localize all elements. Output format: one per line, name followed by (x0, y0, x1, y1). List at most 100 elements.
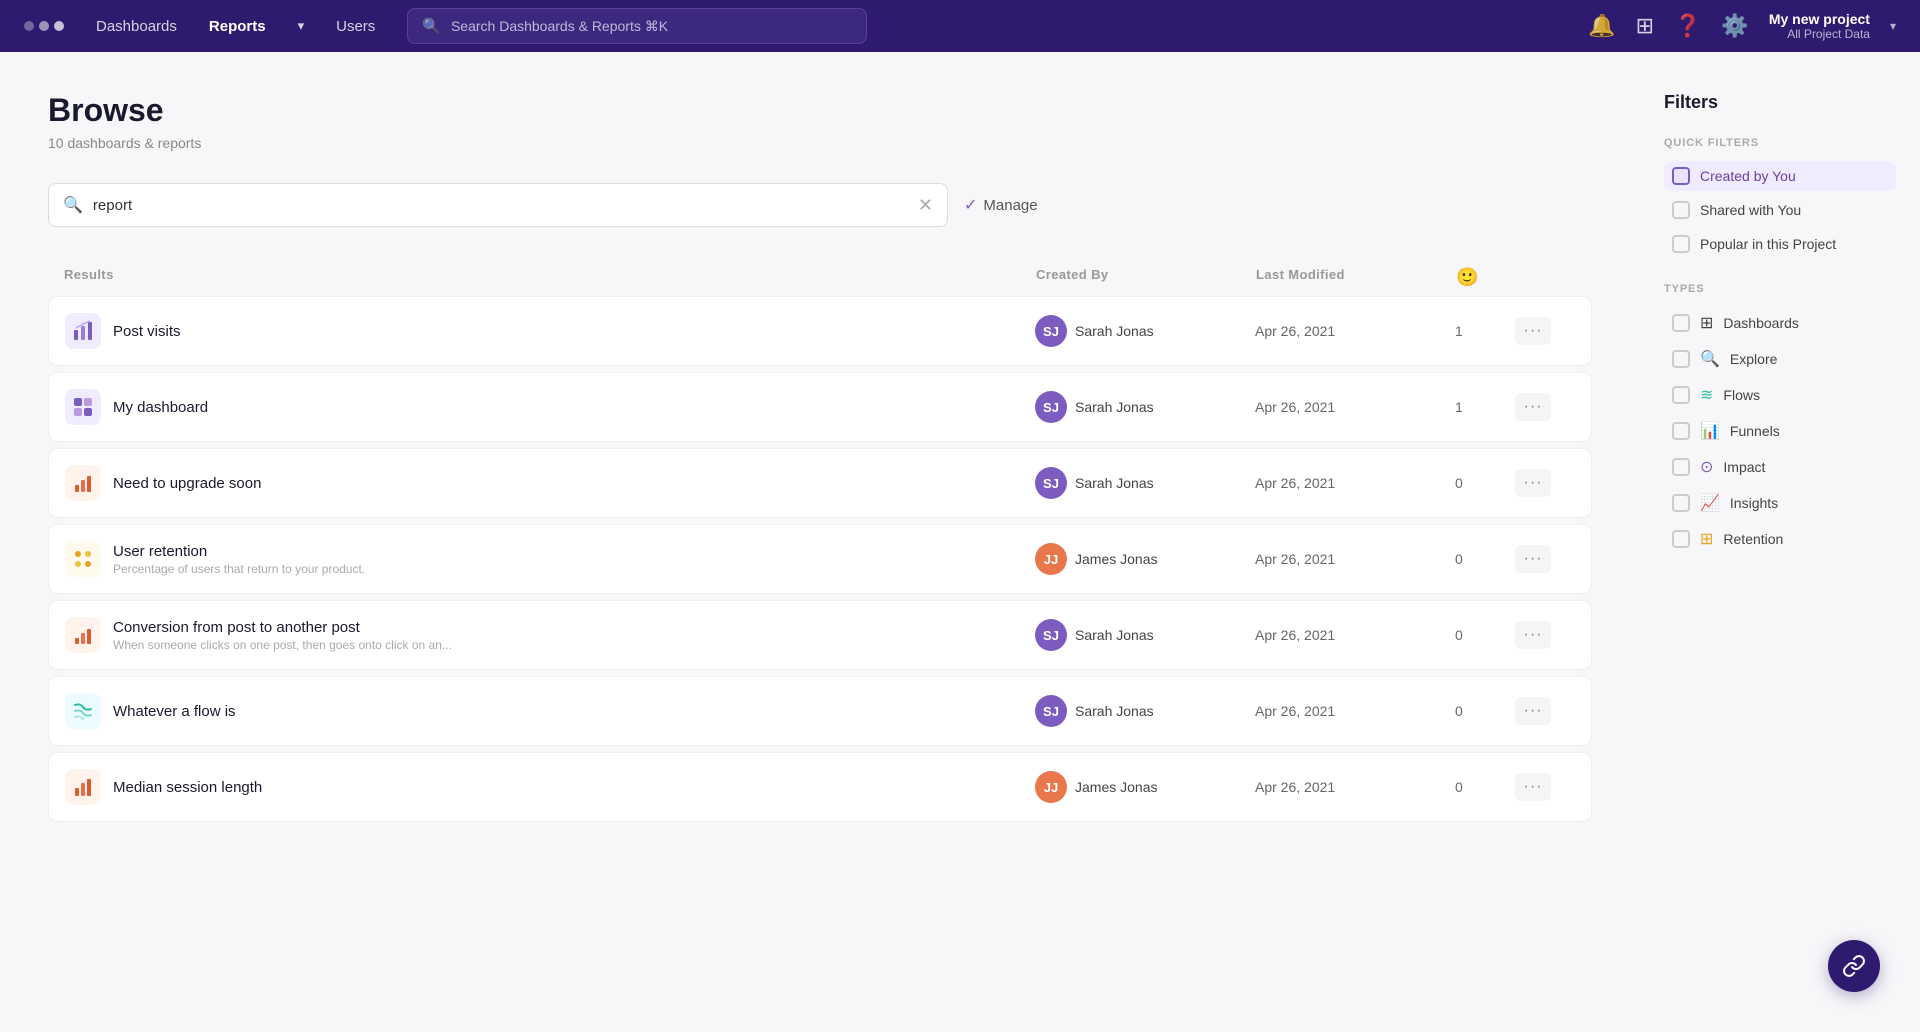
search-clear-icon[interactable]: ✕ (918, 195, 933, 216)
date-cell: Apr 26, 2021 (1255, 627, 1455, 643)
creator-name: Sarah Jonas (1075, 399, 1154, 415)
creator-cell: JJ James Jonas (1035, 543, 1255, 575)
table-row[interactable]: Conversion from post to another post Whe… (48, 600, 1592, 670)
col-results: Results (64, 267, 1036, 288)
filter-shared-with-you[interactable]: Shared with You (1664, 195, 1896, 225)
nav-reports[interactable]: Reports (209, 18, 266, 35)
creator-name: Sarah Jonas (1075, 703, 1154, 719)
more-options-button[interactable]: ··· (1515, 469, 1551, 497)
link-icon (1842, 954, 1866, 978)
table-row[interactable]: Need to upgrade soon SJ Sarah Jonas Apr … (48, 448, 1592, 518)
row-title: Post visits (113, 323, 181, 340)
row-name-cell: Need to upgrade soon (65, 465, 1035, 501)
filter-type-retention[interactable]: ⊞ Retention (1664, 523, 1896, 555)
flows-icon: ≋ (1700, 385, 1713, 405)
filter-checkbox (1672, 386, 1690, 404)
row-name-cell: Median session length (65, 769, 1035, 805)
nav-dashboards[interactable]: Dashboards (96, 18, 177, 35)
nav-users[interactable]: Users (336, 18, 375, 35)
project-sub: All Project Data (1787, 27, 1870, 41)
notifications-icon[interactable]: 🔔 (1588, 13, 1615, 39)
creator-name: James Jonas (1075, 779, 1157, 795)
filter-checkbox (1672, 314, 1690, 332)
page-title: Browse (48, 92, 1592, 129)
more-options-button[interactable]: ··· (1515, 697, 1551, 725)
row-title: My dashboard (113, 399, 208, 416)
filter-checkbox (1672, 350, 1690, 368)
page-subtitle: 10 dashboards & reports (48, 135, 1592, 151)
row-name-cell: Post visits (65, 313, 1035, 349)
filter-label: Popular in this Project (1700, 236, 1836, 252)
filter-checkbox (1672, 494, 1690, 512)
date-cell: Apr 26, 2021 (1255, 475, 1455, 491)
avatar: SJ (1035, 619, 1067, 651)
help-icon[interactable]: ❓ (1674, 13, 1701, 39)
filter-checkbox (1672, 235, 1690, 253)
more-options-button[interactable]: ··· (1515, 621, 1551, 649)
count-cell: 0 (1455, 779, 1515, 795)
filter-label: Created by You (1700, 168, 1796, 184)
table-header: Results Created By Last Modified 🙂 (48, 259, 1592, 296)
count-cell: 0 (1455, 703, 1515, 719)
manage-check-icon: ✓ (964, 195, 977, 215)
table-row[interactable]: My dashboard SJ Sarah Jonas Apr 26, 2021… (48, 372, 1592, 442)
creator-cell: SJ Sarah Jonas (1035, 619, 1255, 651)
row-icon (65, 693, 101, 729)
table-row[interactable]: Median session length JJ James Jonas Apr… (48, 752, 1592, 822)
row-icon (65, 313, 101, 349)
fab-button[interactable] (1828, 940, 1880, 992)
row-subtitle: When someone clicks on one post, then go… (113, 638, 452, 652)
apps-icon[interactable]: ⊞ (1636, 13, 1654, 39)
project-selector[interactable]: My new project All Project Data (1769, 11, 1870, 41)
filters-title: Filters (1664, 92, 1896, 113)
filter-type-dashboards[interactable]: ⊞ Dashboards (1664, 307, 1896, 339)
filter-type-funnels[interactable]: 📊 Funnels (1664, 415, 1896, 447)
types-section: TYPES ⊞ Dashboards 🔍 Explore ≋ Flows (1664, 283, 1896, 555)
row-name-cell: My dashboard (65, 389, 1035, 425)
filter-created-by-you[interactable]: Created by You (1664, 161, 1896, 191)
filter-search-input[interactable]: report (93, 197, 908, 214)
filter-type-flows[interactable]: ≋ Flows (1664, 379, 1896, 411)
nav-dots (24, 21, 64, 31)
filter-type-impact[interactable]: ⊙ Impact (1664, 451, 1896, 483)
manage-label: Manage (983, 197, 1037, 214)
manage-button[interactable]: ✓ Manage (964, 195, 1038, 215)
avatar: SJ (1035, 695, 1067, 727)
settings-icon[interactable]: ⚙️ (1721, 13, 1748, 39)
filter-type-insights[interactable]: 📈 Insights (1664, 487, 1896, 519)
row-icon (65, 465, 101, 501)
content-area: Browse 10 dashboards & reports 🔍 report … (0, 52, 1640, 1032)
global-search[interactable]: 🔍 (407, 8, 867, 44)
global-search-input[interactable] (451, 18, 852, 34)
col-last-modified: Last Modified (1256, 267, 1456, 288)
more-options-button[interactable]: ··· (1515, 393, 1551, 421)
filter-type-explore[interactable]: 🔍 Explore (1664, 343, 1896, 375)
table-row[interactable]: User retention Percentage of users that … (48, 524, 1592, 594)
filter-label: Insights (1730, 495, 1778, 511)
row-name-cell: Conversion from post to another post Whe… (65, 617, 1035, 653)
count-cell: 1 (1455, 323, 1515, 339)
more-options-button[interactable]: ··· (1515, 317, 1551, 345)
top-navigation: Dashboards Reports ▾ Users 🔍 🔔 ⊞ ❓ ⚙️ My… (0, 0, 1920, 52)
nav-right-controls: 🔔 ⊞ ❓ ⚙️ My new project All Project Data… (1588, 11, 1896, 41)
creator-name: Sarah Jonas (1075, 627, 1154, 643)
impact-icon: ⊙ (1700, 457, 1713, 477)
avatar: SJ (1035, 391, 1067, 423)
date-cell: Apr 26, 2021 (1255, 703, 1455, 719)
avatar: SJ (1035, 467, 1067, 499)
table-row[interactable]: Post visits SJ Sarah Jonas Apr 26, 2021 … (48, 296, 1592, 366)
filter-checkbox (1672, 458, 1690, 476)
row-title: Whatever a flow is (113, 703, 236, 720)
creator-cell: SJ Sarah Jonas (1035, 391, 1255, 423)
row-title: User retention (113, 543, 365, 560)
main-wrapper: Browse 10 dashboards & reports 🔍 report … (0, 52, 1920, 1032)
dashboards-icon: ⊞ (1700, 313, 1713, 333)
more-options-button[interactable]: ··· (1515, 773, 1551, 801)
funnels-icon: 📊 (1700, 421, 1720, 441)
table-row[interactable]: Whatever a flow is SJ Sarah Jonas Apr 26… (48, 676, 1592, 746)
nav-reports-chevron: ▾ (298, 18, 305, 34)
filter-popular-in-project[interactable]: Popular in this Project (1664, 229, 1896, 259)
filter-label: Impact (1723, 459, 1765, 475)
more-options-button[interactable]: ··· (1515, 545, 1551, 573)
filter-search-box[interactable]: 🔍 report ✕ (48, 183, 948, 227)
